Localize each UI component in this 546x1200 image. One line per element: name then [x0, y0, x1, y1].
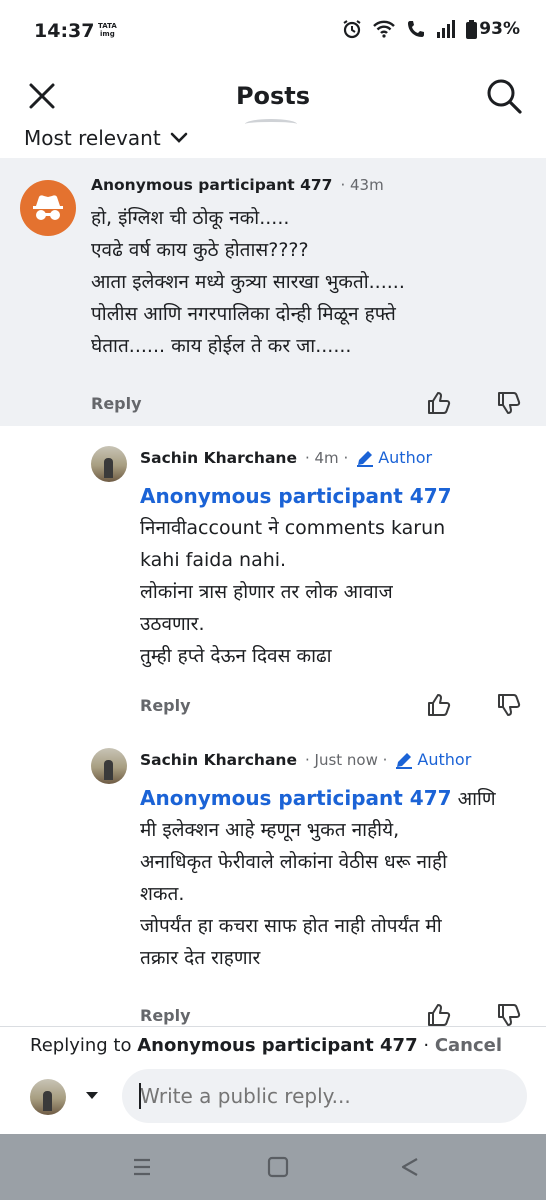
screen: 14:37 TATA img 93% Posts Most relevant A…	[0, 0, 546, 1200]
comment-meta: Anonymous participant 477 · 43m	[91, 176, 384, 194]
comment-time: · 4m ·	[304, 448, 349, 467]
author-badge: Author	[356, 448, 432, 467]
pencil-icon	[396, 752, 413, 769]
caret-down-icon[interactable]	[84, 1089, 100, 1101]
carrier-logo: TATA img	[98, 22, 117, 38]
comment-mention: Anonymous participant 477 आणि	[140, 782, 530, 815]
status-icons: 93%	[342, 19, 520, 39]
reaction-buttons	[426, 1002, 522, 1028]
comment-time-value: 43m	[350, 176, 384, 194]
comment-author[interactable]: Sachin Kharchane	[140, 449, 297, 467]
reaction-buttons	[426, 390, 522, 416]
replying-to-name: Anonymous participant 477	[137, 1035, 418, 1056]
thumbs-up-icon[interactable]	[426, 390, 452, 416]
reply-button[interactable]: Reply	[91, 394, 142, 413]
mention-link[interactable]: Anonymous participant 477	[140, 786, 452, 810]
home-icon[interactable]	[266, 1154, 290, 1180]
battery-percent: 93%	[479, 19, 520, 39]
back-icon[interactable]	[398, 1154, 422, 1180]
recent-apps-icon[interactable]	[130, 1154, 154, 1180]
anonymous-avatar[interactable]	[20, 180, 76, 236]
app-header: Posts	[0, 70, 546, 124]
comment-text: निनावीaccount ने comments karun kahi fai…	[140, 517, 446, 667]
battery-icon	[466, 19, 478, 39]
comment-meta: Sachin Kharchane · 4m · Author	[140, 448, 432, 467]
reply-input[interactable]	[122, 1069, 527, 1123]
sort-dropdown[interactable]: Most relevant	[24, 126, 189, 150]
comment-author[interactable]: Sachin Kharchane	[140, 751, 297, 769]
avatar[interactable]	[91, 446, 127, 482]
status-bar: 14:37 TATA img 93%	[0, 0, 546, 64]
text-cursor	[139, 1083, 141, 1109]
reply-comment: Sachin Kharchane · 4m · Author Anonymous…	[0, 426, 546, 740]
alarm-icon	[343, 20, 361, 39]
sort-label: Most relevant	[24, 126, 161, 150]
signal-icon	[437, 20, 456, 38]
profile-switcher-avatar[interactable]	[30, 1079, 66, 1115]
author-badge: Author	[395, 750, 471, 769]
thumbs-down-icon[interactable]	[496, 390, 522, 416]
replying-to-bar: Replying to Anonymous participant 477 · …	[30, 1035, 502, 1056]
comment-mention: Anonymous participant 477	[140, 480, 530, 512]
reply-button[interactable]: Reply	[140, 696, 191, 715]
comment-author[interactable]: Anonymous participant 477	[91, 176, 332, 194]
comment-meta: Sachin Kharchane · Just now · Author	[140, 750, 471, 769]
drag-handle	[245, 119, 297, 129]
comment-time-value: 4m	[314, 448, 339, 467]
cancel-button[interactable]: Cancel	[435, 1035, 502, 1056]
wifi-calling-icon	[408, 21, 425, 37]
replying-prefix: Replying to	[30, 1035, 132, 1056]
system-nav-bar	[0, 1134, 546, 1200]
battery-indicator: 93%	[466, 19, 520, 39]
thumbs-up-icon[interactable]	[426, 692, 452, 718]
thumbs-down-icon[interactable]	[496, 692, 522, 718]
incognito-icon	[33, 195, 63, 220]
search-icon	[487, 79, 522, 114]
comment-text: मी इलेक्शन आहे म्हणून भुकत नाहीये, अनाधि…	[140, 819, 447, 969]
wifi-icon	[373, 20, 396, 38]
comment-anonymous: Anonymous participant 477 · 43m हो, इंग्…	[0, 158, 546, 426]
thumbs-down-icon[interactable]	[496, 1002, 522, 1028]
reaction-buttons	[426, 692, 522, 718]
page-title: Posts	[235, 82, 311, 110]
comment-time-value: Just now	[314, 750, 378, 769]
comment-text-inline: आणि	[451, 788, 496, 810]
reply-comment: Sachin Kharchane · Just now · Author Ano…	[0, 728, 546, 1026]
status-time: 14:37	[34, 20, 95, 42]
mention-link[interactable]: Anonymous participant 477	[140, 484, 452, 508]
search-button[interactable]	[484, 76, 524, 116]
author-badge-label: Author	[378, 448, 433, 467]
comment-time: · Just now ·	[304, 750, 388, 769]
thumbs-up-icon[interactable]	[426, 1002, 452, 1028]
comment-text: हो, इंग्लिश ची ठोकू नको..... एवढे वर्ष क…	[91, 207, 405, 357]
reply-composer: Replying to Anonymous participant 477 · …	[0, 1026, 546, 1134]
comment-time: · 43m	[340, 176, 384, 194]
separator: ·	[423, 1035, 430, 1056]
avatar[interactable]	[91, 748, 127, 784]
pencil-icon	[357, 450, 374, 467]
author-badge-label: Author	[417, 750, 472, 769]
reply-button[interactable]: Reply	[140, 1006, 191, 1025]
chevron-down-icon	[170, 132, 187, 143]
